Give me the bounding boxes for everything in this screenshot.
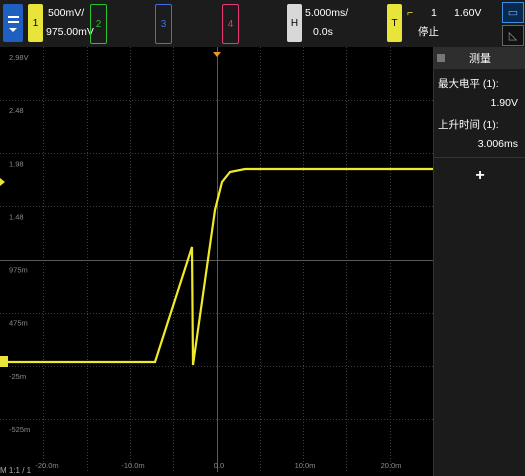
y-tick-label: 975m (9, 266, 28, 275)
measurement-panel: 测量 最大电平 (1): 1.90V 上升时间 (1): 3.006ms + (433, 47, 525, 476)
main-menu-button[interactable] (3, 4, 23, 42)
top-status-bar: 1 500mV/ 975.00mV 2 3 4 H 5.000ms/ 0.0s … (0, 0, 525, 47)
side-buttons: ▭ ◺ (502, 2, 524, 48)
channel-3-badge[interactable]: 3 (155, 4, 172, 44)
trigger-badge[interactable]: T (387, 4, 402, 42)
max-level-value: 1.90V (490, 97, 518, 109)
x-tick-label: -10.0m (121, 461, 144, 470)
y-tick-label: 2.98V (9, 53, 29, 62)
channel-2-badge[interactable]: 2 (90, 4, 107, 44)
horizontal-badge[interactable]: H (287, 4, 302, 42)
horizontal-delay[interactable]: 0.0s (313, 22, 333, 42)
acquisition-state: 停止 (418, 26, 439, 38)
channel-1-offset[interactable]: 975.00mV (46, 22, 94, 42)
x-tick-label: 10.0m (295, 461, 316, 470)
y-tick-label: -525m (9, 425, 30, 434)
channel-4-badge[interactable]: 4 (222, 4, 239, 44)
channel-1-ground-marker (0, 356, 8, 367)
waveform-display[interactable]: 2.98V 2.48 1.98 1.48 975m 475m -25m -525m -20.0… (0, 47, 433, 472)
rise-time-label[interactable]: 上升时间 (1): (434, 116, 525, 133)
measurement-panel-header: 测量 (434, 47, 525, 69)
max-level-label[interactable]: 最大电平 (1): (434, 75, 525, 92)
signal-icon[interactable]: ◺ (502, 25, 524, 46)
y-tick-label: -25m (9, 372, 26, 381)
touch-icon[interactable]: ▭ (502, 2, 524, 23)
y-tick-label: 475m (9, 319, 28, 328)
timebase-value[interactable]: 5.000ms/ (305, 3, 348, 23)
channel-1-scale[interactable]: 500mV/ (48, 3, 84, 23)
y-tick-label: 2.48 (9, 106, 24, 115)
trigger-source[interactable]: 1 (431, 3, 437, 23)
x-tick-label: -20.0m (35, 461, 58, 470)
x-tick-label: 0.0 (214, 461, 224, 470)
rise-time-value: 3.006ms (477, 138, 518, 150)
x-tick-label: 20.0m (381, 461, 402, 470)
rising-edge-icon: ⌐ (407, 7, 414, 19)
panel-collapse-icon[interactable] (437, 54, 445, 62)
channel-1-badge[interactable]: 1 (28, 4, 43, 42)
trigger-level[interactable]: 1.60V (454, 3, 481, 23)
bottom-status-text: M 1:1 / 1 (0, 466, 32, 475)
y-tick-label: 1.48 (9, 212, 24, 221)
add-measurement-button[interactable]: + (440, 166, 520, 186)
y-tick-label: 1.98 (9, 159, 24, 168)
panel-title: 测量 (469, 53, 491, 65)
